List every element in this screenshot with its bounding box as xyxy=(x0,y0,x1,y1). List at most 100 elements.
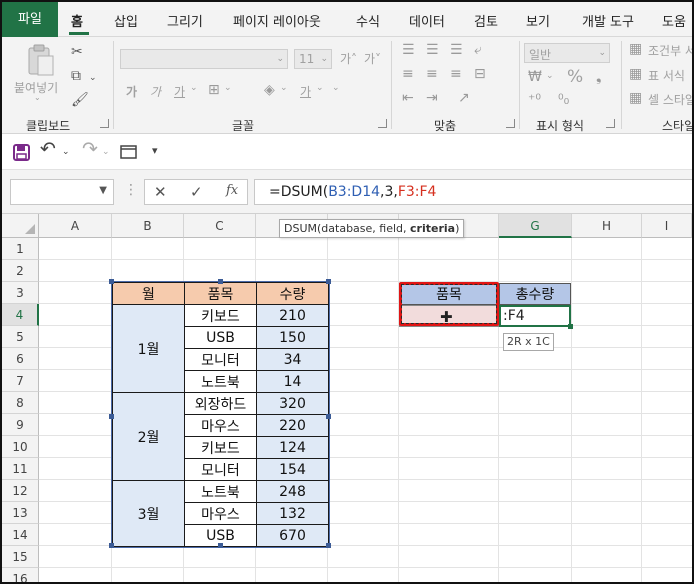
select-all-corner[interactable] xyxy=(2,214,39,238)
column-header-i[interactable]: I xyxy=(642,214,692,238)
tab-page-layout[interactable]: 페이지 레이아웃 xyxy=(233,11,321,30)
table-header-cell[interactable]: 월 xyxy=(112,282,185,305)
font-launcher-icon[interactable] xyxy=(378,119,387,128)
row-header-14[interactable]: 14 xyxy=(2,524,39,546)
active-cell-g4[interactable]: :F4 xyxy=(499,305,571,327)
cancel-icon[interactable]: ✕ xyxy=(154,183,167,201)
quantity-cell[interactable]: 210 xyxy=(256,304,329,327)
row-header-4[interactable]: 4 xyxy=(2,304,39,326)
insert-function-icon[interactable]: fx xyxy=(226,183,238,198)
column-header-b[interactable]: B xyxy=(112,214,184,238)
item-cell[interactable]: USB xyxy=(184,326,257,349)
range-resize-handle[interactable] xyxy=(326,414,331,419)
cell-styles-button[interactable]: 셀 스타일 xyxy=(648,91,692,108)
font-color-icon[interactable]: 가 xyxy=(300,83,311,100)
save-icon[interactable] xyxy=(13,144,30,161)
tab-insert[interactable]: 삽입 xyxy=(114,11,138,30)
fill-handle[interactable] xyxy=(568,324,573,329)
item-cell[interactable]: 외장하드 xyxy=(184,392,257,415)
copy-dropdown-icon[interactable]: ⌄ xyxy=(89,71,97,85)
align-top-icon[interactable]: ☰ xyxy=(402,43,415,57)
month-cell[interactable]: 1월 xyxy=(112,304,185,393)
tab-data[interactable]: 데이터 xyxy=(409,11,445,30)
redo-icon[interactable]: ↷ xyxy=(82,140,98,159)
tab-developer[interactable]: 개발 도구 xyxy=(582,11,634,30)
item-cell[interactable]: 키보드 xyxy=(184,436,257,459)
align-middle-icon[interactable]: ☰ xyxy=(426,43,439,57)
row-header-16[interactable]: 16 xyxy=(2,568,39,582)
decrease-decimal-icon[interactable]: ⁰₀ xyxy=(558,93,569,107)
quantity-cell[interactable]: 34 xyxy=(256,348,329,371)
phonetic-icon[interactable]: ⌄ xyxy=(332,83,340,93)
row-header-3[interactable]: 3 xyxy=(2,282,39,304)
number-launcher-icon[interactable] xyxy=(606,119,615,128)
wrap-text-icon[interactable]: ⤶ xyxy=(474,43,482,57)
range-resize-handle[interactable] xyxy=(109,543,114,548)
row-header-15[interactable]: 15 xyxy=(2,546,39,568)
alignment-launcher-icon[interactable] xyxy=(506,119,515,128)
tab-draw[interactable]: 그리기 xyxy=(167,11,203,30)
row-header-13[interactable]: 13 xyxy=(2,502,39,524)
quantity-cell[interactable]: 220 xyxy=(256,414,329,437)
quantity-cell[interactable]: 320 xyxy=(256,392,329,415)
row-header-9[interactable]: 9 xyxy=(2,414,39,436)
row-header-1[interactable]: 1 xyxy=(2,238,39,260)
month-cell[interactable]: 2월 xyxy=(112,392,185,481)
column-header-c[interactable]: C xyxy=(184,214,256,238)
align-right-icon[interactable]: ≡ xyxy=(450,67,462,81)
grow-font-icon[interactable]: 가˄ xyxy=(340,50,357,67)
item-cell[interactable]: 마우스 xyxy=(184,414,257,437)
tab-home[interactable]: 홈 xyxy=(71,11,83,30)
copy-icon[interactable]: ⧉ xyxy=(71,69,81,83)
decrease-indent-icon[interactable]: ⇤ xyxy=(402,91,414,105)
border-dropdown-icon[interactable]: ⌄ xyxy=(224,83,232,93)
tab-review[interactable]: 검토 xyxy=(474,11,498,30)
worksheet-grid[interactable]: ABCDEFGHI 12345678910111213141516 xyxy=(2,214,692,582)
redo-dropdown-icon[interactable]: ⌄ xyxy=(102,144,110,160)
border-icon[interactable]: ⊞ xyxy=(208,83,220,97)
orientation-icon[interactable]: ↗ xyxy=(458,91,470,105)
percent-icon[interactable]: % xyxy=(567,67,583,87)
criteria-header-total[interactable]: 총수량 xyxy=(499,283,571,305)
font-name-combo[interactable]: ⌄ xyxy=(120,49,288,69)
align-center-icon[interactable]: ≡ xyxy=(426,67,438,81)
row-header-10[interactable]: 10 xyxy=(2,436,39,458)
bold-icon[interactable]: 가 xyxy=(126,83,137,100)
range-resize-handle[interactable] xyxy=(109,279,114,284)
font-color-dropdown-icon[interactable]: ⌄ xyxy=(316,83,324,93)
row-header-7[interactable]: 7 xyxy=(2,370,39,392)
item-cell[interactable]: 마우스 xyxy=(184,502,257,525)
range-resize-handle[interactable] xyxy=(109,414,114,419)
comma-style-icon[interactable]: ❟ xyxy=(596,70,602,84)
item-cell[interactable]: 모니터 xyxy=(184,348,257,371)
underline-dropdown-icon[interactable]: ⌄ xyxy=(190,83,198,93)
fill-dropdown-icon[interactable]: ⌄ xyxy=(280,83,288,93)
quantity-cell[interactable]: 14 xyxy=(256,370,329,393)
tab-view[interactable]: 보기 xyxy=(526,11,550,30)
format-as-table-button[interactable]: 표 서식 xyxy=(648,67,685,84)
month-cell[interactable]: 3월 xyxy=(112,480,185,547)
window-icon[interactable] xyxy=(120,145,137,159)
tab-formulas[interactable]: 수식 xyxy=(356,11,380,30)
cut-icon[interactable]: ✂ xyxy=(71,45,83,59)
tab-file[interactable]: 파일 xyxy=(2,2,58,37)
column-header-a[interactable]: A xyxy=(39,214,112,238)
row-header-5[interactable]: 5 xyxy=(2,326,39,348)
merge-center-icon[interactable]: ⊟ xyxy=(474,67,486,81)
table-header-cell[interactable]: 품목 xyxy=(184,282,257,305)
item-cell[interactable]: 키보드 xyxy=(184,304,257,327)
increase-decimal-icon[interactable]: ⁺⁰ xyxy=(528,93,541,107)
row-header-2[interactable]: 2 xyxy=(2,260,39,282)
item-cell[interactable]: 모니터 xyxy=(184,458,257,481)
conditional-format-icon[interactable]: ▦ xyxy=(629,42,642,56)
row-header-8[interactable]: 8 xyxy=(2,392,39,414)
customize-qat-icon[interactable]: ▾ xyxy=(152,143,158,159)
name-box-dropdown-icon[interactable]: ▼ xyxy=(99,185,107,196)
row-header-6[interactable]: 6 xyxy=(2,348,39,370)
column-header-g[interactable]: G xyxy=(499,214,572,238)
formula-input[interactable]: =DSUM(B3:D14,3,F3:F4 xyxy=(254,179,692,205)
align-left-icon[interactable]: ≡ xyxy=(402,67,414,81)
range-resize-handle[interactable] xyxy=(326,543,331,548)
undo-dropdown-icon[interactable]: ⌄ xyxy=(62,144,70,160)
tab-help[interactable]: 도움 xyxy=(662,11,686,30)
